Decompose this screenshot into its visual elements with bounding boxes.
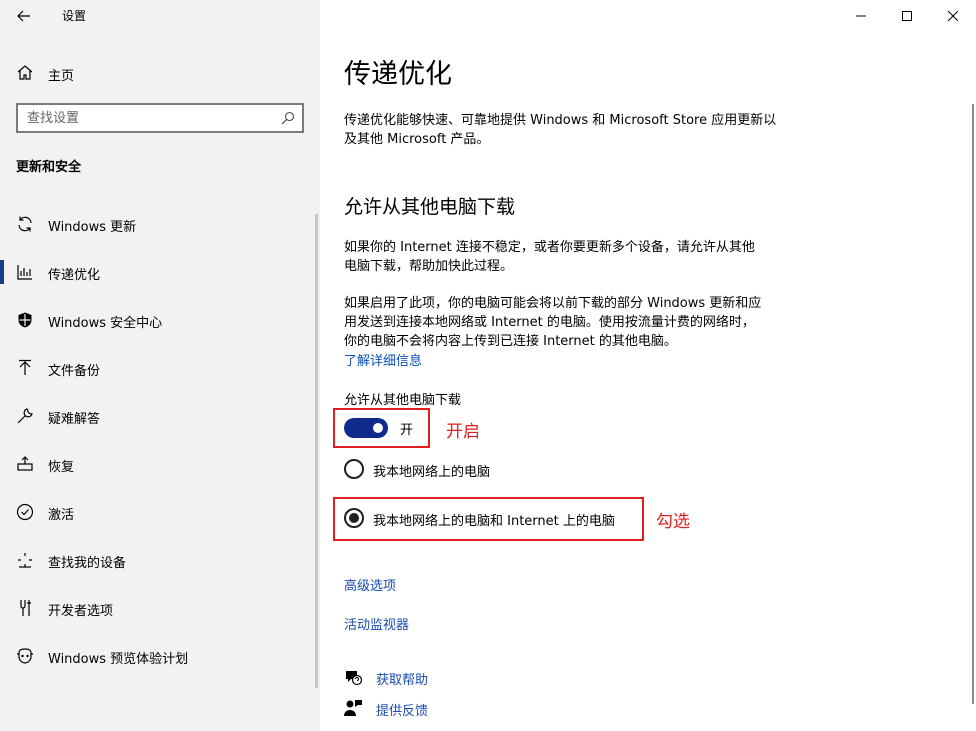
paragraph-2: 如果启用了此项，你的电脑可能会将以前下载的部分 Windows 更新和应 用发送… [344,294,804,351]
delivery-optimization-icon [16,263,34,281]
sidebar-item-recovery[interactable]: 恢复 [0,440,320,488]
advanced-options-link[interactable]: 高级选项 [344,575,396,594]
sidebar-item-developer-options[interactable]: 开发者选项 [0,584,320,632]
selection-indicator [0,260,4,284]
search-icon[interactable] [281,111,295,125]
sidebar-item-label: 文件备份 [48,364,101,379]
recovery-icon [16,455,34,473]
search-input[interactable] [27,109,267,127]
sidebar-scrollbar[interactable] [315,214,318,688]
insider-icon [16,647,34,665]
home-label: 主页 [48,69,75,84]
section-title: 更新和安全 [16,160,82,175]
backup-icon [16,359,34,377]
sidebar-item-label: Windows 预览体验计划 [48,652,189,667]
titlebar-left: 设置 [0,0,320,32]
paragraph-1: 如果你的 Internet 连接不稳定，或者你要更新多个设备，请允许从其他 电脑… [344,238,804,276]
feedback-link[interactable]: 提供反馈 [344,699,544,719]
paragraph-line: 如果启用了此项，你的电脑可能会将以前下载的部分 Windows 更新和应 [344,296,762,311]
find-device-icon [16,551,34,569]
home-item[interactable]: 主页 [0,56,320,88]
sidebar-item-delivery-optimization[interactable]: 传递优化 [0,248,320,296]
app-title: 设置 [62,9,87,23]
search-box[interactable] [16,103,304,133]
main-scrollbar[interactable] [972,104,974,704]
sidebar-item-label: 开发者选项 [48,604,114,619]
main-content: 传递优化 传递优化能够快速、可靠地提供 Windows 和 Microsoft … [320,0,976,731]
annotation-box-radio [333,497,644,541]
sidebar-item-activation[interactable]: 激活 [0,488,320,536]
sidebar: 设置 主页 更新和安全 Windows 更新 传递优化 Windows 安全中心… [0,0,320,731]
sidebar-item-file-backup[interactable]: 文件备份 [0,344,320,392]
back-arrow-icon [17,10,30,22]
annotation-text-toggle: 开启 [446,422,480,442]
wrench-icon [16,407,34,425]
sidebar-item-troubleshoot[interactable]: 疑难解答 [0,392,320,440]
sidebar-item-label: 恢复 [48,460,75,475]
chat-help-icon [346,671,362,686]
activity-monitor-link[interactable]: 活动监视器 [344,614,409,633]
section-subtitle: 允许从其他电脑下载 [344,196,516,218]
sidebar-item-label: 疑难解答 [48,412,101,427]
get-help-label: 获取帮助 [376,673,429,688]
radio-local-network[interactable] [344,459,364,479]
paragraph-line: 你的电脑不会将内容上传到已连接 Internet 的其他电脑。 [344,334,677,349]
sync-icon [16,215,34,233]
check-circle-icon [16,503,34,521]
paragraph-line: 电脑下载，帮助加快此过程。 [344,259,514,274]
annotation-box-toggle [333,408,430,448]
learn-more-link[interactable]: 了解详细信息 [344,350,422,369]
sidebar-item-find-my-device[interactable]: 查找我的设备 [0,536,320,584]
radio-local-network-label[interactable]: 我本地网络上的电脑 [373,461,490,480]
feedback-icon [344,700,362,716]
back-button[interactable] [10,4,38,28]
sidebar-item-label: 查找我的设备 [48,556,127,571]
description-line: 及其他 Microsoft 产品。 [344,132,490,147]
sidebar-item-windows-update[interactable]: Windows 更新 [0,200,320,248]
toggle-label: 允许从其他电脑下载 [344,393,462,408]
shield-icon [16,311,34,329]
paragraph-line: 如果你的 Internet 连接不稳定，或者你要更新多个设备，请允许从其他 [344,240,755,255]
sidebar-item-label: 激活 [48,508,75,523]
sidebar-item-label: 传递优化 [48,268,101,283]
get-help-link[interactable]: 获取帮助 [344,668,544,688]
sidebar-item-label: Windows 安全中心 [48,316,163,331]
description-line: 传递优化能够快速、可靠地提供 Windows 和 Microsoft Store… [344,113,777,128]
sidebar-item-windows-security[interactable]: Windows 安全中心 [0,296,320,344]
paragraph-line: 用发送到连接本地网络或 Internet 的电脑。使用按流量计费的网络时， [344,315,755,330]
page-title: 传递优化 [344,59,452,90]
developer-icon [16,599,34,617]
sidebar-item-insider-program[interactable]: Windows 预览体验计划 [0,632,320,680]
sidebar-item-label: Windows 更新 [48,220,137,235]
feedback-label: 提供反馈 [376,704,429,719]
sidebar-nav: Windows 更新 传递优化 Windows 安全中心 文件备份 疑难解答 恢… [0,200,320,680]
annotation-text-radio: 勾选 [656,512,690,532]
page-description: 传递优化能够快速、可靠地提供 Windows 和 Microsoft Store… [344,111,804,149]
home-icon [17,65,33,80]
